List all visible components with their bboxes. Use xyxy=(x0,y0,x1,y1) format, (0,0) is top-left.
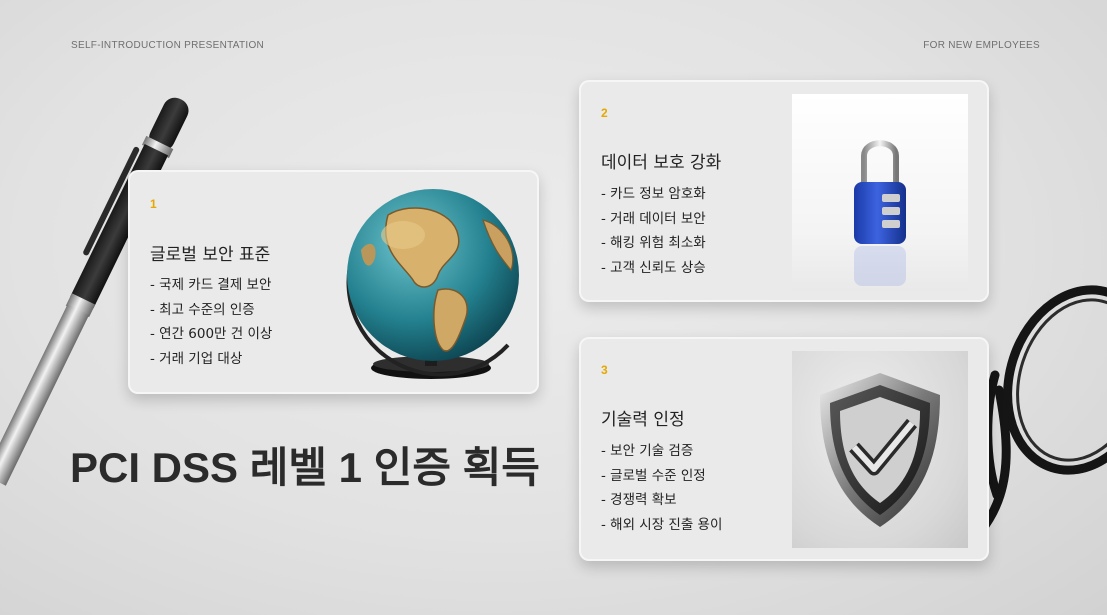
card-number: 2 xyxy=(601,106,608,120)
bullet-item: - 고객 신뢰도 상승 xyxy=(601,260,706,277)
page-heading: PCI DSS 레벨 1 인증 획득 xyxy=(70,444,540,491)
card-title: 기술력 인정 xyxy=(601,410,685,430)
card-number: 3 xyxy=(601,363,608,377)
card-data-protection: 2 데이터 보호 강화 - 카드 정보 암호화 - 거래 데이터 보안 - 해킹… xyxy=(579,80,989,302)
padlock-image xyxy=(792,94,968,291)
bullet-item: - 해킹 위험 최소화 xyxy=(601,235,706,252)
bullet-item: - 경쟁력 확보 xyxy=(601,492,677,509)
bullet-item: - 해외 시장 진출 용이 xyxy=(601,517,723,534)
card-title: 글로벌 보안 표준 xyxy=(150,245,271,265)
bullet-item: - 거래 데이터 보안 xyxy=(601,210,706,227)
bullet-item: - 국제 카드 결제 보안 xyxy=(150,277,272,293)
padlock-icon xyxy=(854,140,906,286)
audience-label: FOR NEW EMPLOYEES xyxy=(923,40,1040,51)
bullet-item: - 거래 기업 대상 xyxy=(150,351,243,368)
shield-image xyxy=(792,351,968,548)
bullet-item: - 글로벌 수준 인정 xyxy=(601,467,706,484)
card-bullets: - 카드 정보 암호화 - 거래 데이터 보안 - 해킹 위험 최소화 - 고객… xyxy=(601,182,706,281)
globe-icon xyxy=(346,189,519,379)
bullet-item: - 보안 기술 검증 xyxy=(601,443,694,459)
card-title: 데이터 보호 강화 xyxy=(601,153,722,173)
shield-check-icon xyxy=(820,373,940,527)
bullet-item: - 연간 600만 건 이상 xyxy=(150,326,273,343)
bullet-item: - 최고 수준의 인증 xyxy=(150,301,255,318)
card-tech-recognition: 3 기술력 인정 - 보안 기술 검증 - 글로벌 수준 인정 - 경쟁력 확보… xyxy=(579,337,989,561)
card-global-security: 1 글로벌 보안 표준 - 국제 카드 결제 보안 - 최고 수준의 인증 - … xyxy=(128,170,539,394)
card-bullets: - 국제 카드 결제 보안 - 최고 수준의 인증 - 연간 600만 건 이상… xyxy=(150,273,272,372)
card-bullets: - 보안 기술 검증 - 글로벌 수준 인정 - 경쟁력 확보 - 해외 시장 … xyxy=(601,439,722,538)
glasses-icon xyxy=(985,285,1107,533)
bullet-item: - 카드 정보 암호화 xyxy=(601,186,706,202)
card-number: 1 xyxy=(150,197,157,211)
presentation-label: SELF-INTRODUCTION PRESENTATION xyxy=(71,40,265,51)
